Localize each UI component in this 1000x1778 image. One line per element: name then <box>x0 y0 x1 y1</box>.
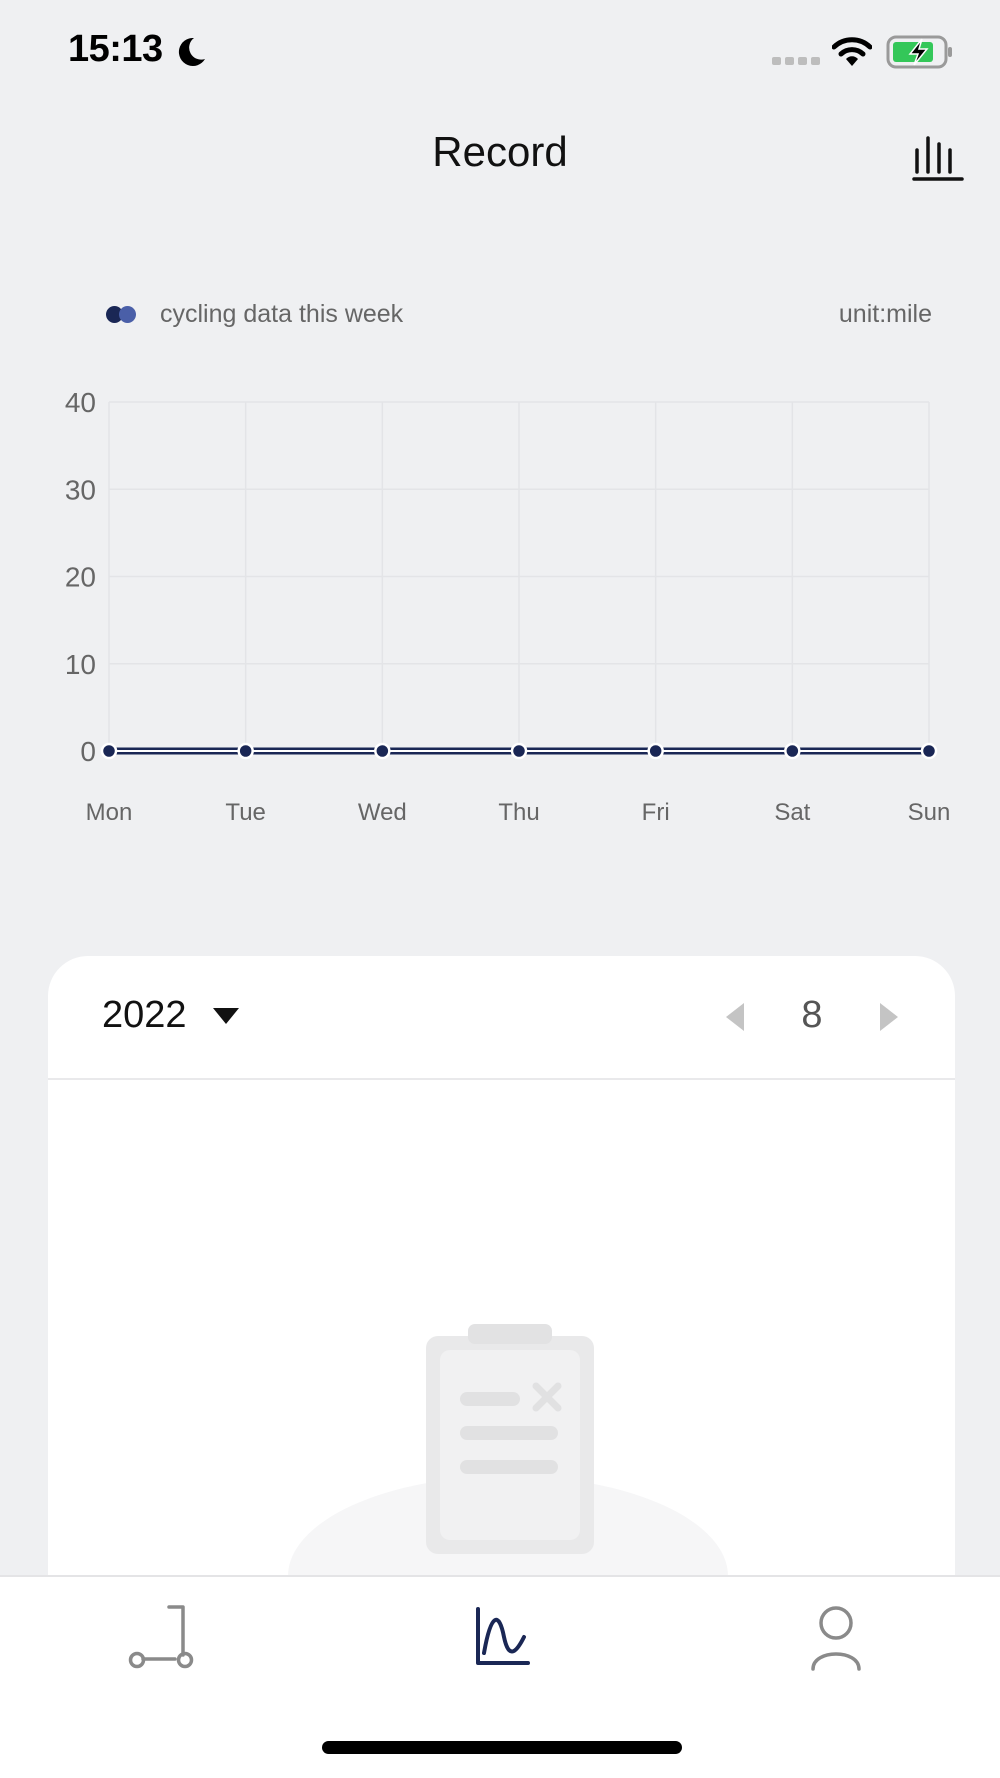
y-tick-label: 10 <box>65 649 96 680</box>
x-tick-label: Mon <box>86 799 133 826</box>
unit-label: unit:mile <box>838 300 932 328</box>
chart-legend: cycling data this week <box>106 298 403 330</box>
x-tick-label: Wed <box>358 799 407 826</box>
page-title: Record <box>432 128 568 175</box>
weekly-cycling-chart: 0 10 20 30 40 Mon Tue Wed Thu Fri Sat Sun <box>65 387 951 826</box>
data-point <box>647 742 664 760</box>
tab-scooter[interactable] <box>117 1597 217 1677</box>
x-tick-label: Tue <box>225 799 265 826</box>
data-point <box>100 742 118 760</box>
signal-icon <box>772 57 820 65</box>
y-tick-label: 0 <box>80 736 96 767</box>
y-tick-label: 40 <box>65 387 96 418</box>
month-value: 8 <box>801 994 823 1036</box>
x-tick-label: Sat <box>774 799 810 826</box>
x-tick-label: Thu <box>498 799 539 826</box>
user-icon <box>811 1606 861 1671</box>
tab-profile[interactable] <box>786 1597 886 1677</box>
empty-clipboard-icon <box>288 1324 728 1576</box>
home-indicator <box>322 1741 682 1754</box>
year-selector[interactable]: 2022 <box>102 994 239 1037</box>
data-point <box>920 742 938 760</box>
status-time: 15:13 <box>68 28 163 70</box>
wifi-icon <box>832 37 872 66</box>
next-month-icon[interactable] <box>876 1000 902 1034</box>
data-point <box>510 742 528 760</box>
status-bar: 15:13 <box>0 0 1000 100</box>
previous-month-icon[interactable] <box>722 1000 748 1034</box>
data-point <box>237 742 254 760</box>
y-tick-label: 30 <box>65 474 96 505</box>
x-tick-label: Fri <box>642 799 670 826</box>
tab-statistics[interactable] <box>451 1597 551 1677</box>
y-tick-label: 20 <box>65 562 96 593</box>
scooter-icon <box>128 1605 194 1669</box>
x-tick-label: Sun <box>908 799 951 826</box>
bar-chart-icon[interactable] <box>912 132 964 182</box>
line-chart-icon <box>476 1607 530 1665</box>
caret-down-icon <box>212 1007 239 1024</box>
card-header: 2022 8 <box>48 956 955 1080</box>
legend-marker-icon <box>106 304 140 324</box>
legend-label: cycling data this week <box>160 299 404 328</box>
year-value: 2022 <box>102 994 187 1036</box>
data-point <box>374 742 391 760</box>
battery-charging-icon <box>886 35 952 69</box>
record-screen: 15:13 Record cycling data this week unit… <box>0 0 1000 1778</box>
data-point <box>784 742 801 760</box>
moon-icon <box>178 37 205 66</box>
